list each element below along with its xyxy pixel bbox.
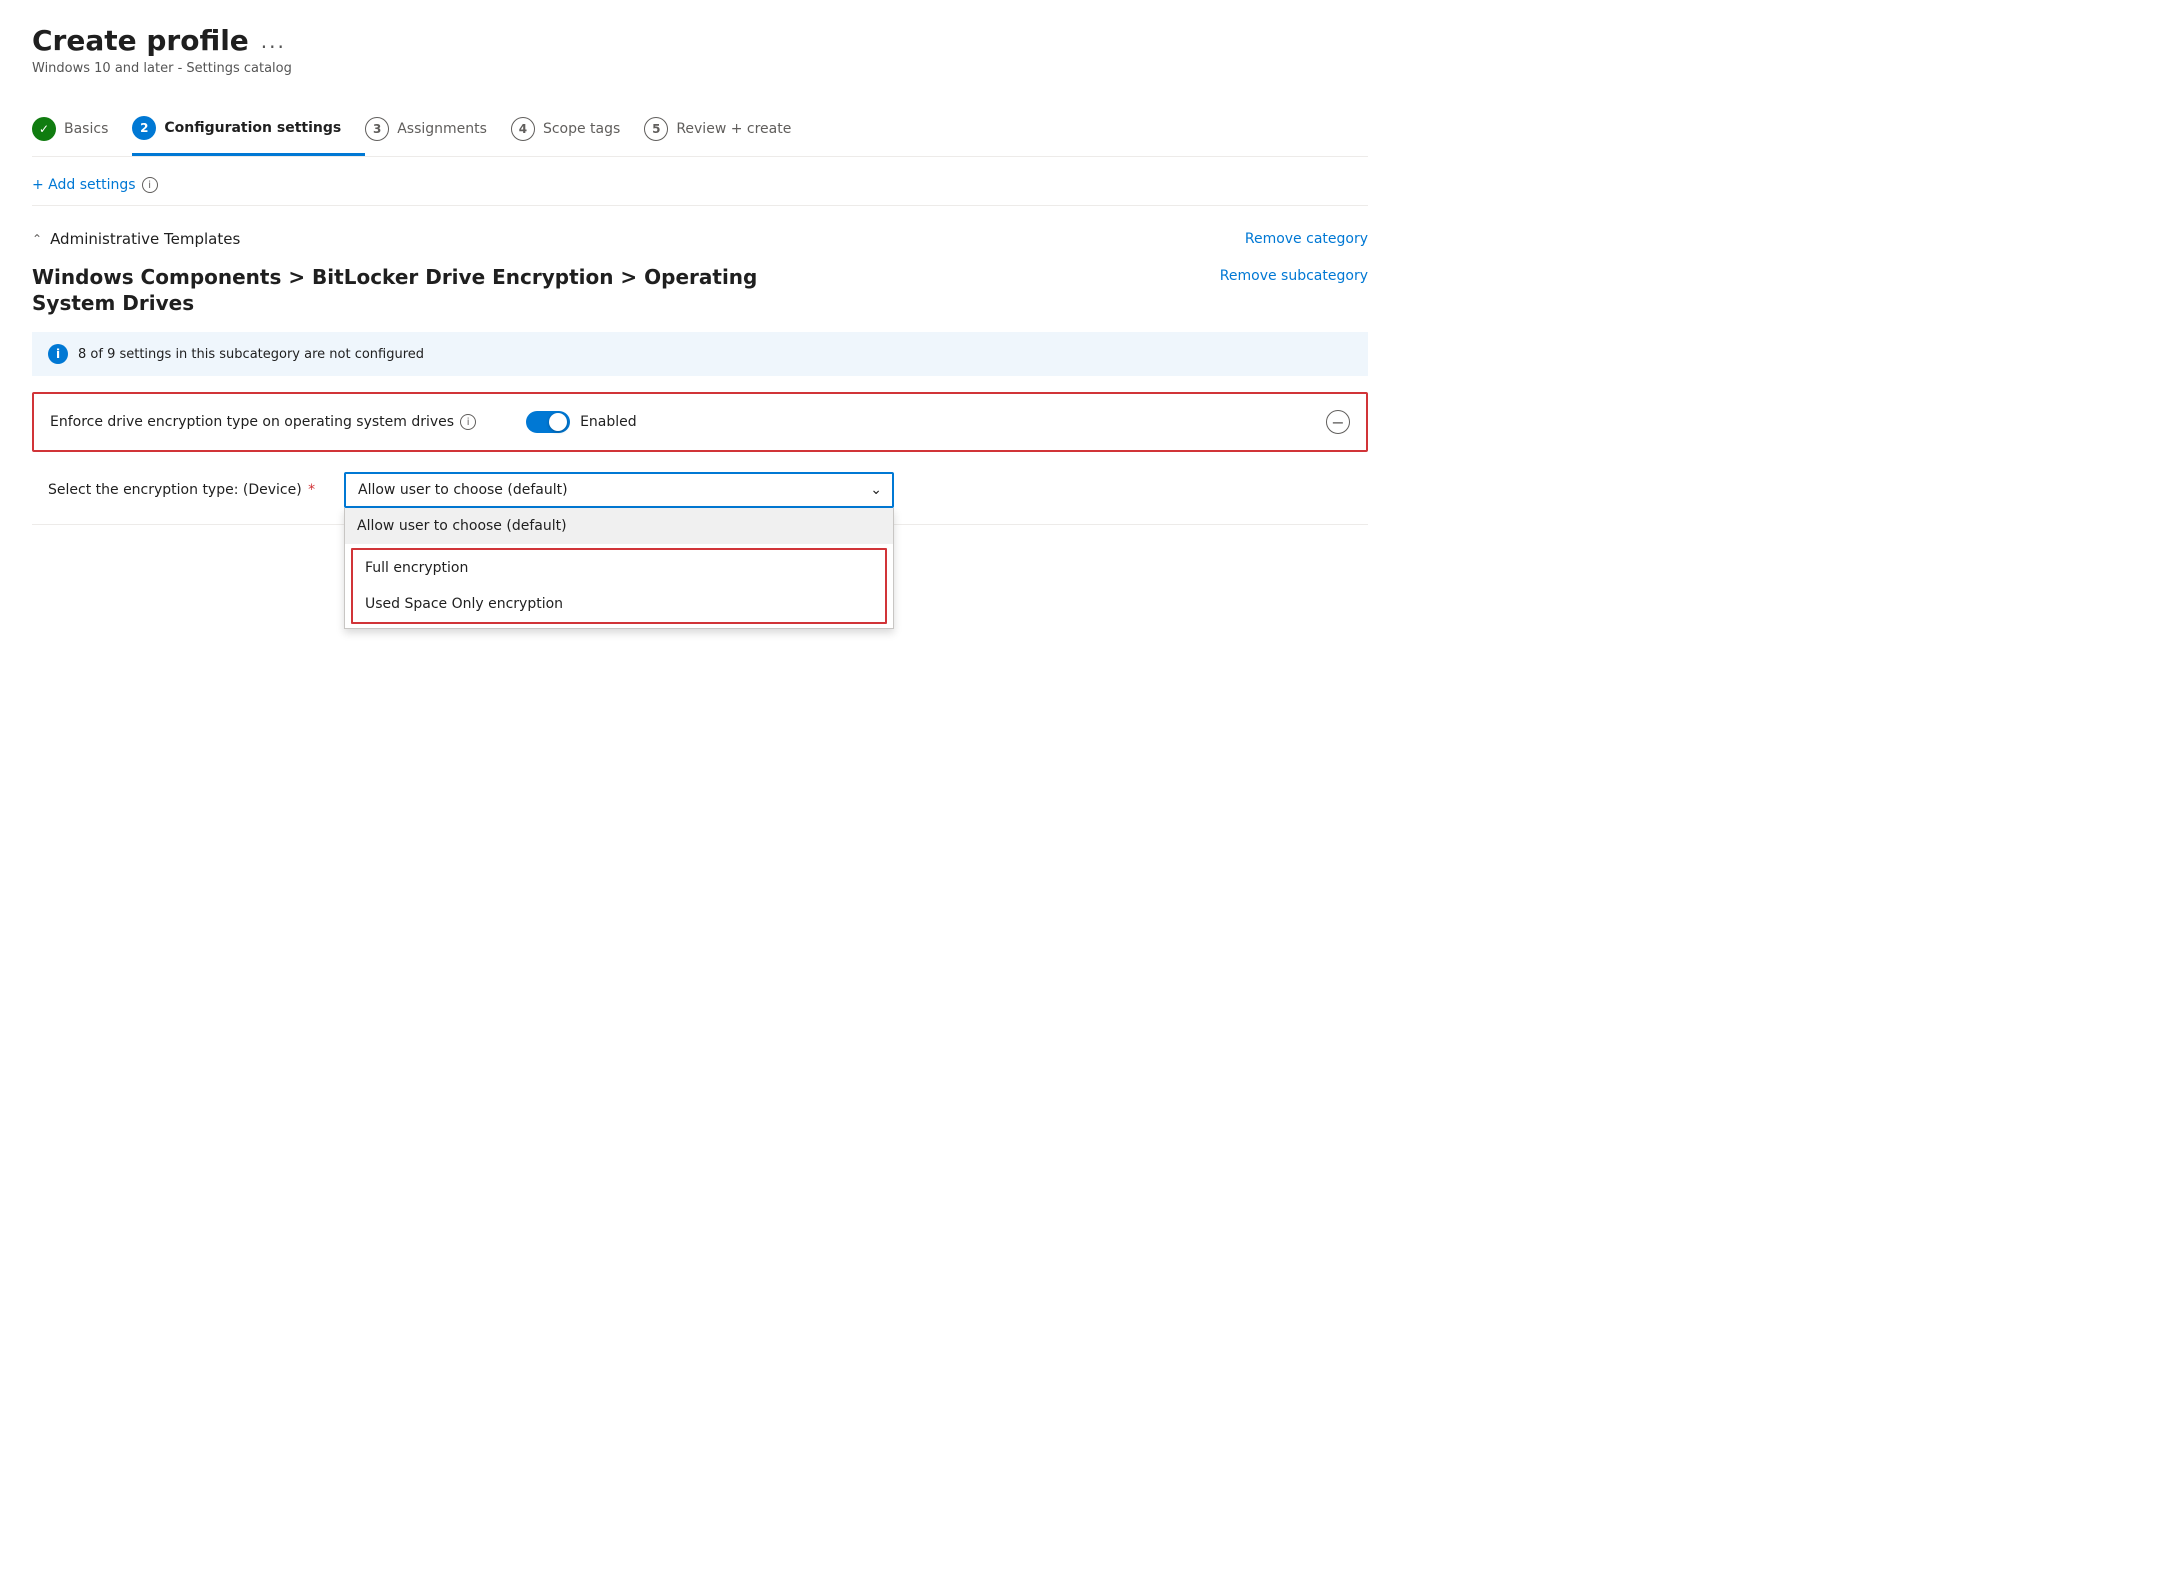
add-settings-button[interactable]: + Add settings i [32, 177, 1368, 193]
dropdown-option-full-label: Full encryption [365, 560, 468, 576]
minus-icon: − [1331, 413, 1344, 432]
page-container: Create profile ... Windows 10 and later … [0, 0, 1400, 565]
step-badge-scope: 4 [511, 117, 535, 141]
add-settings-info-icon: i [142, 177, 158, 193]
encryption-type-label: Select the encryption type: (Device) * [48, 482, 328, 498]
step-badge-basics: ✓ [32, 117, 56, 141]
page-title-text: Create profile [32, 24, 249, 57]
step-label-review: Review + create [676, 121, 791, 137]
subcategory-title: Windows Components > BitLocker Drive Enc… [32, 264, 832, 316]
setting-toggle[interactable] [526, 411, 570, 433]
step-badge-configuration: 2 [132, 116, 156, 140]
step-label-basics: Basics [64, 121, 108, 137]
info-banner: i 8 of 9 settings in this subcategory ar… [32, 332, 1368, 376]
category-header: ⌃ Administrative Templates Remove catego… [32, 218, 1368, 256]
setting-label-text: Enforce drive encryption type on operati… [50, 414, 454, 430]
wizard-step-configuration[interactable]: 2 Configuration settings [132, 104, 365, 156]
toggle-label: Enabled [580, 414, 637, 430]
toggle-knob [549, 413, 567, 431]
dropdown-selected-value[interactable]: Allow user to choose (default) ⌄ [344, 472, 894, 508]
dropdown-menu: Allow user to choose (default) Full encr… [344, 508, 894, 629]
encryption-type-label-text: Select the encryption type: (Device) [48, 482, 302, 498]
required-indicator: * [308, 482, 315, 498]
remove-setting-button[interactable]: − [1326, 410, 1350, 434]
setting-row-left: Enforce drive encryption type on operati… [50, 411, 637, 433]
toggle-container: Enabled [526, 411, 637, 433]
category-title-left: ⌃ Administrative Templates [32, 230, 240, 248]
dropdown-option-used-space[interactable]: Used Space Only encryption [353, 586, 885, 622]
page-title: Create profile ... [32, 24, 286, 57]
dropdown-chevron-icon: ⌄ [870, 482, 882, 498]
wizard-step-basics[interactable]: ✓ Basics [32, 105, 132, 155]
subcategory-header: Windows Components > BitLocker Drive Enc… [32, 264, 1368, 316]
encryption-type-dropdown[interactable]: Allow user to choose (default) ⌄ Allow u… [344, 472, 894, 508]
setting-info-icon: i [460, 414, 476, 430]
step-label-assignments: Assignments [397, 121, 487, 137]
step-label-scope: Scope tags [543, 121, 620, 137]
dropdown-current-value: Allow user to choose (default) [358, 482, 568, 498]
add-settings-label: + Add settings [32, 177, 136, 193]
wizard-step-scope[interactable]: 4 Scope tags [511, 105, 644, 155]
dropdown-option-full[interactable]: Full encryption [353, 550, 885, 586]
step-badge-review: 5 [644, 117, 668, 141]
wizard-step-assignments[interactable]: 3 Assignments [365, 105, 511, 155]
page-title-ellipsis: ... [261, 29, 286, 53]
wizard-step-review[interactable]: 5 Review + create [644, 105, 815, 155]
step-badge-assignments: 3 [365, 117, 389, 141]
step-label-configuration: Configuration settings [164, 120, 341, 136]
category-chevron-icon: ⌃ [32, 232, 42, 246]
field-row-encryption-type: Select the encryption type: (Device) * A… [48, 472, 1368, 508]
section-divider-1 [32, 205, 1368, 206]
dropdown-option-allow-label: Allow user to choose (default) [357, 518, 567, 534]
dropdown-options-highlighted-box: Full encryption Used Space Only encrypti… [351, 548, 887, 624]
remove-category-button[interactable]: Remove category [1245, 231, 1368, 247]
setting-label: Enforce drive encryption type on operati… [50, 414, 476, 430]
dropdown-option-allow[interactable]: Allow user to choose (default) [345, 508, 893, 544]
category-name: Administrative Templates [50, 230, 240, 248]
dropdown-option-used-space-label: Used Space Only encryption [365, 596, 563, 612]
info-banner-icon: i [48, 344, 68, 364]
wizard-nav: ✓ Basics 2 Configuration settings 3 Assi… [32, 104, 1368, 157]
remove-subcategory-button[interactable]: Remove subcategory [1220, 268, 1368, 284]
page-subtitle: Windows 10 and later - Settings catalog [32, 61, 1368, 76]
setting-row-enforce-encryption: Enforce drive encryption type on operati… [32, 392, 1368, 452]
encryption-type-section: Select the encryption type: (Device) * A… [32, 472, 1368, 508]
info-banner-text: 8 of 9 settings in this subcategory are … [78, 347, 424, 362]
